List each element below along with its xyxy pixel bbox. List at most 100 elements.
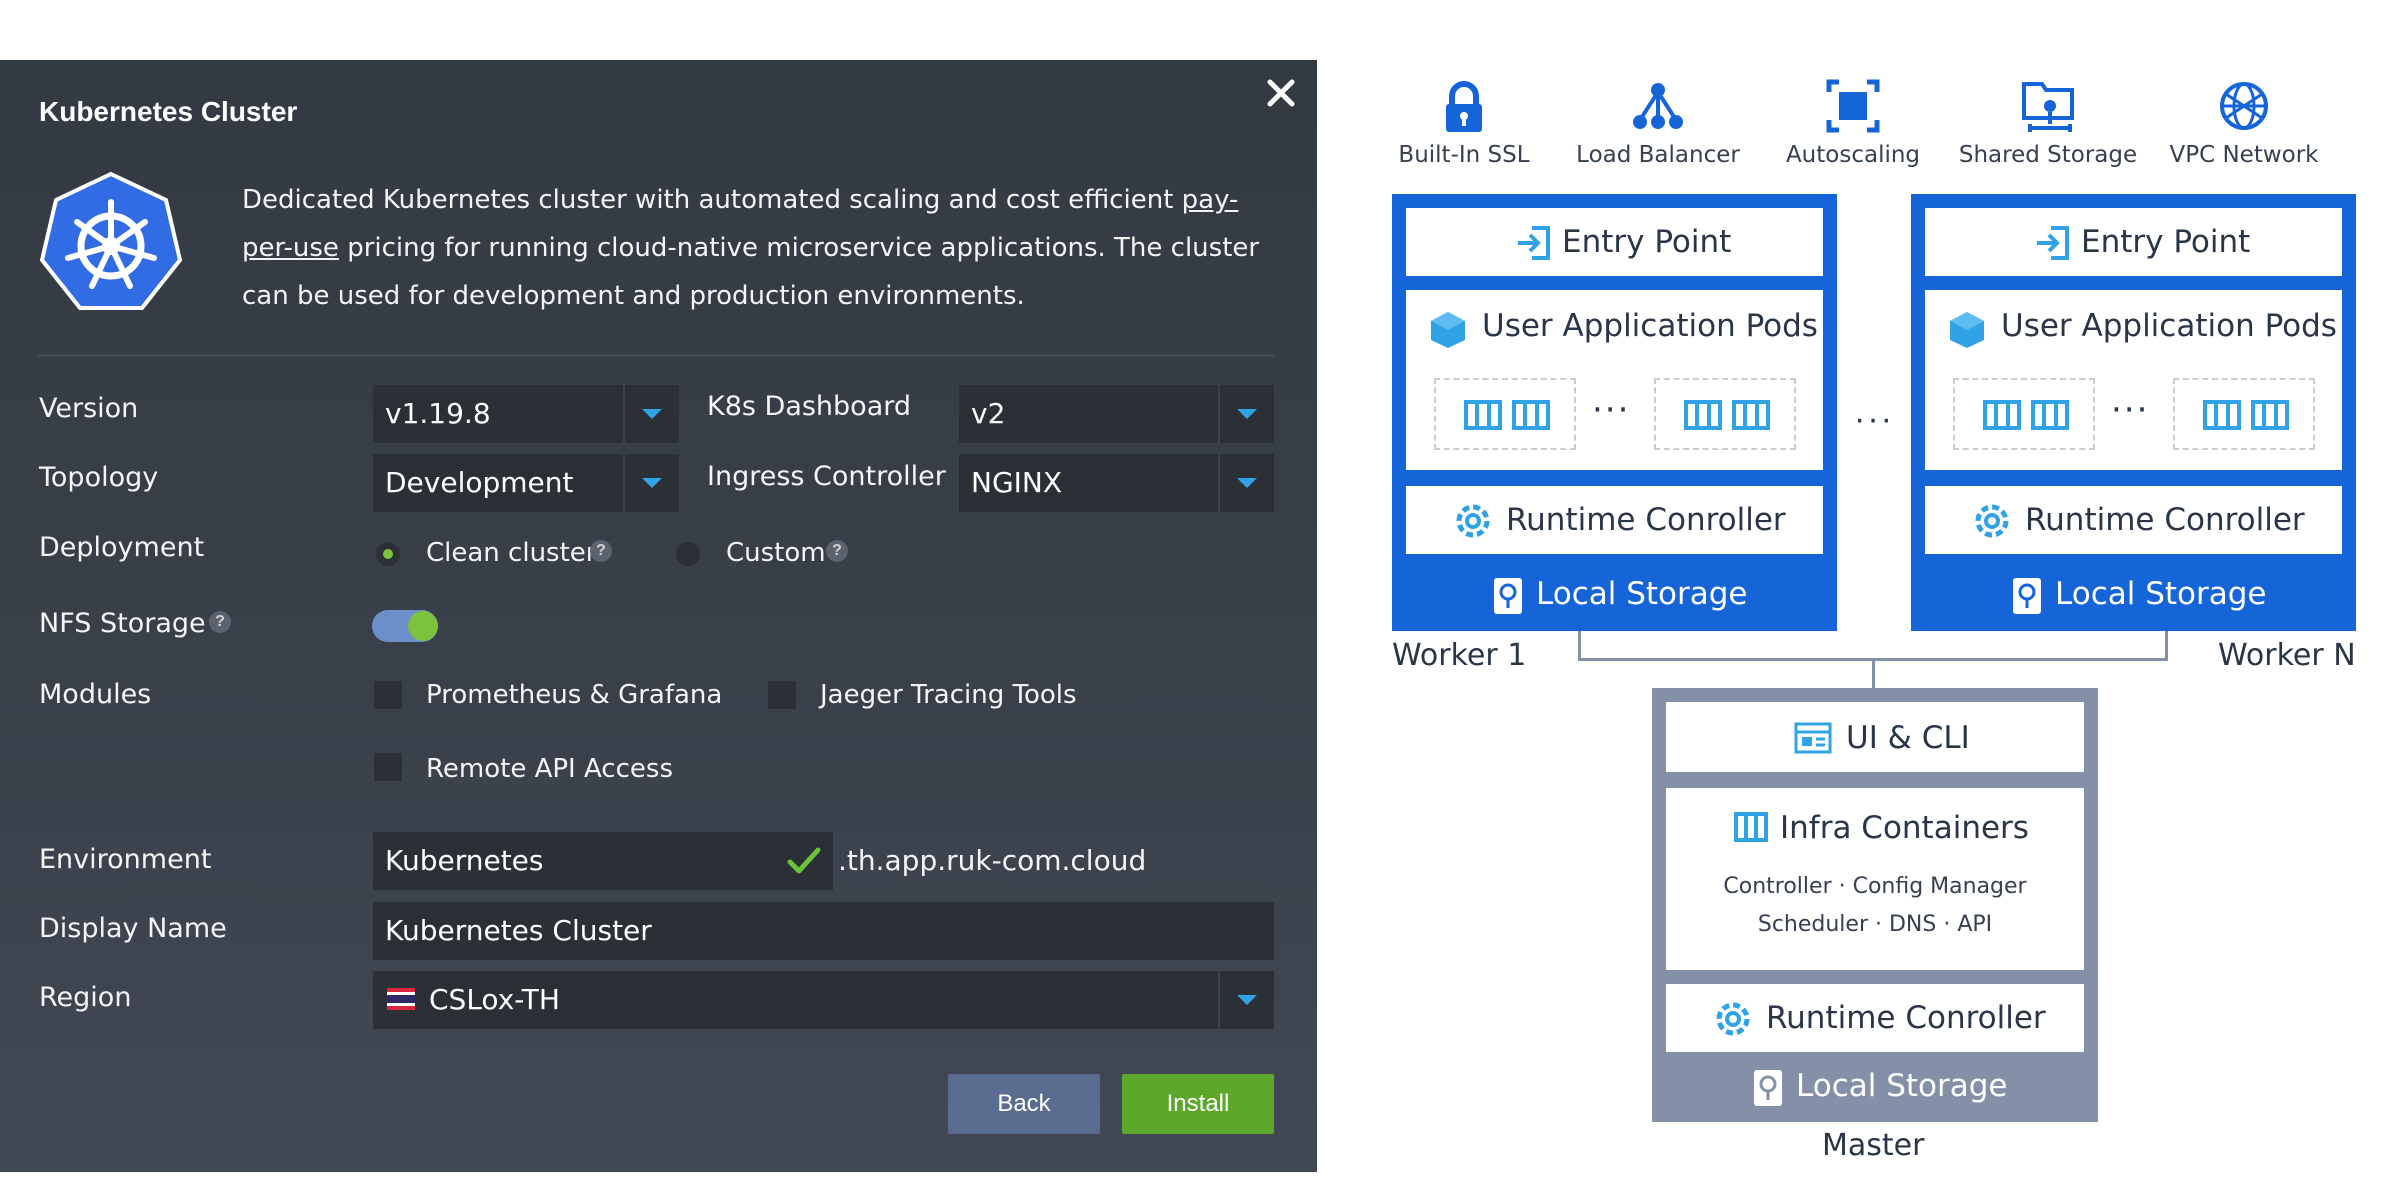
storage-icon xyxy=(2013,578,2041,614)
help-icon[interactable]: ? xyxy=(826,540,848,562)
worker-n-node: Entry Point User Application Pods ··· Ru… xyxy=(1911,194,2356,631)
environment-input[interactable]: Kubernetes xyxy=(373,832,833,890)
load-balancer-icon xyxy=(1633,83,1683,129)
k8s-dashboard-value: v2 xyxy=(971,397,1006,430)
close-icon[interactable] xyxy=(1264,76,1298,110)
description-text-continued: pricing for running cloud-native microse… xyxy=(242,233,1260,311)
k8s-dashboard-select[interactable]: v2 xyxy=(959,385,1274,443)
feature-label: Shared Storage xyxy=(1958,142,2138,168)
cube-icon xyxy=(1431,312,1465,348)
prometheus-grafana-checkbox[interactable] xyxy=(374,681,402,709)
local-storage-label: Local Storage xyxy=(1796,1068,2008,1104)
ui-cli-label: UI & CLI xyxy=(1846,720,1970,756)
remote-api-access-checkbox[interactable] xyxy=(374,753,402,781)
master-node: UI & CLI Infra Containers Controller · C… xyxy=(1652,688,2098,1122)
version-label: Version xyxy=(39,393,139,424)
local-storage-label: Local Storage xyxy=(1536,576,1748,612)
feature-label: VPC Network xyxy=(2169,142,2319,168)
feature-label: Built-In SSL xyxy=(1398,142,1530,168)
custom-label: Custom xyxy=(726,538,826,568)
help-icon[interactable]: ? xyxy=(590,540,612,562)
connector xyxy=(1578,631,1581,661)
connector xyxy=(2165,631,2168,661)
runtime-controller-card: Runtime Conroller xyxy=(1925,486,2342,554)
display-name-label: Display Name xyxy=(39,913,227,944)
ellipsis: ··· xyxy=(1854,400,1894,438)
thailand-flag-icon xyxy=(387,988,415,1010)
chevron-down-icon[interactable] xyxy=(1218,385,1274,443)
runtime-controller-label: Runtime Conroller xyxy=(1766,1000,2046,1036)
feature-label: Load Balancer xyxy=(1576,142,1740,168)
infra-components-line-2: Scheduler · DNS · API xyxy=(1757,912,1993,937)
infra-components-line-1: Controller · Config Manager xyxy=(1723,874,2027,899)
topology-value: Development xyxy=(385,466,574,499)
gear-icon xyxy=(1975,504,2009,538)
infra-containers-label: Infra Containers xyxy=(1780,810,2029,846)
worker-n-label: Worker N xyxy=(2218,638,2356,673)
jaeger-tracing-checkbox[interactable] xyxy=(768,681,796,709)
pod-group xyxy=(1654,378,1796,450)
ellipsis: ··· xyxy=(2111,390,2150,430)
environment-domain-suffix: .th.app.ruk-com.cloud xyxy=(838,844,1147,877)
display-name-input[interactable]: Kubernetes Cluster xyxy=(373,902,1274,960)
container-icon xyxy=(2203,400,2289,430)
region-value: CSLox-TH xyxy=(429,983,560,1016)
ingress-controller-value: NGINX xyxy=(971,466,1063,499)
kubernetes-architecture-diagram: Built-In SSL Load Balancer Autoscaling S… xyxy=(1380,60,2394,1180)
back-button[interactable]: Back xyxy=(948,1074,1100,1134)
pod-group xyxy=(1434,378,1576,450)
chevron-down-icon[interactable] xyxy=(1218,971,1274,1029)
toggle-knob xyxy=(408,611,438,641)
ingress-controller-select[interactable]: NGINX xyxy=(959,454,1274,512)
topology-select[interactable]: Development xyxy=(373,454,679,512)
worker-1-node: Entry Point User Application Pods ··· Ru… xyxy=(1392,194,1837,631)
ingress-controller-label: Ingress Controller xyxy=(707,461,946,492)
runtime-controller-label: Runtime Conroller xyxy=(2025,502,2305,538)
entry-point-icon xyxy=(2037,226,2069,260)
pod-group xyxy=(2173,378,2315,450)
vpc-network-icon xyxy=(2220,82,2268,130)
user-application-pods-card: User Application Pods ··· xyxy=(1925,290,2342,470)
clean-cluster-radio[interactable] xyxy=(376,542,400,566)
remote-api-access-label: Remote API Access xyxy=(426,754,673,784)
chevron-down-icon[interactable] xyxy=(623,454,679,512)
help-icon[interactable]: ? xyxy=(209,611,231,633)
container-icon xyxy=(1464,400,1550,430)
user-application-pods-label: User Application Pods xyxy=(1482,308,1818,344)
pod-group xyxy=(1953,378,2095,450)
user-application-pods-card: User Application Pods ··· xyxy=(1406,290,1823,470)
gear-icon xyxy=(1456,504,1490,538)
runtime-controller-card: Runtime Conroller xyxy=(1666,984,2084,1052)
environment-label: Environment xyxy=(39,844,212,875)
prometheus-grafana-label: Prometheus & Grafana xyxy=(426,680,723,710)
chevron-down-icon[interactable] xyxy=(1218,454,1274,512)
entry-point-label: Entry Point xyxy=(1562,224,1732,260)
ellipsis: ··· xyxy=(1592,390,1631,430)
container-icon xyxy=(1734,812,1768,842)
version-select[interactable]: v1.19.8 xyxy=(373,385,679,443)
entry-point-label: Entry Point xyxy=(2081,224,2251,260)
dialog-description: Dedicated Kubernetes cluster with automa… xyxy=(242,176,1272,320)
container-icon xyxy=(1684,400,1770,430)
dialog-title: Kubernetes Cluster xyxy=(39,96,298,127)
lock-icon xyxy=(1446,81,1482,132)
cube-icon xyxy=(1950,312,1984,348)
ui-window-icon xyxy=(1794,722,1832,754)
chevron-down-icon[interactable] xyxy=(623,385,679,443)
topology-label: Topology xyxy=(39,462,159,493)
version-value: v1.19.8 xyxy=(385,397,491,430)
autoscaling-icon xyxy=(1826,79,1880,133)
custom-radio[interactable] xyxy=(676,542,700,566)
region-select[interactable]: CSLox-TH xyxy=(373,971,1274,1029)
divider xyxy=(38,355,1274,356)
kubernetes-install-dialog: Kubernetes Cluster Dedicated Kubernetes … xyxy=(0,60,1317,1172)
region-label: Region xyxy=(39,982,132,1013)
entry-point-card: Entry Point xyxy=(1406,208,1823,276)
entry-point-card: Entry Point xyxy=(1925,208,2342,276)
entry-point-icon xyxy=(1518,226,1550,260)
connector xyxy=(1872,658,1875,688)
nfs-storage-toggle[interactable] xyxy=(372,610,438,642)
install-button[interactable]: Install xyxy=(1122,1074,1274,1134)
checkmark-icon xyxy=(787,847,821,874)
feature-label: Autoscaling xyxy=(1785,142,1921,168)
